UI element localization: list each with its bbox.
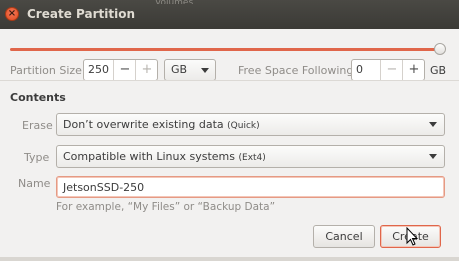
decrement-icon[interactable]: − [380,60,403,80]
contents-heading: Contents [10,91,66,104]
cancel-button[interactable]: Cancel [313,225,375,248]
create-partition-dialog: Volumes × Create Partition Partition Siz… [0,0,459,261]
divider [0,80,459,81]
free-space-value[interactable]: 0 [356,63,363,76]
mouse-cursor-icon [406,227,418,246]
name-example-hint: For example, “My Files” or “Backup Data” [56,201,276,213]
chevron-down-icon [201,68,209,73]
size-unit-value: GB [171,63,188,76]
title-bar: Volumes × Create Partition [0,0,459,29]
chevron-down-icon [429,154,437,159]
window-bottom-edge [0,257,459,261]
partition-size-spinner[interactable]: 250 − + [83,59,158,81]
partition-size-label: Partition Size [10,64,82,77]
slider-handle[interactable] [434,43,446,55]
name-field[interactable]: JetsonSSD-250 [56,176,445,198]
free-space-spinner[interactable]: 0 − + [351,59,425,81]
type-label: Type [24,151,50,164]
partition-size-slider[interactable] [10,48,440,51]
erase-select[interactable]: Don’t overwrite existing data (Quick) [56,113,445,136]
name-label: Name [18,177,51,190]
type-value: Compatible with Linux systems (Ext4) [63,150,266,163]
close-icon[interactable]: × [5,7,19,21]
partition-size-value[interactable]: 250 [88,63,109,76]
name-value[interactable]: JetsonSSD-250 [63,181,144,194]
erase-value: Don’t overwrite existing data (Quick) [63,118,260,131]
type-select[interactable]: Compatible with Linux systems (Ext4) [56,145,445,168]
window-title: Create Partition [27,7,135,21]
size-unit-select[interactable]: GB [164,59,216,81]
background-window-text: Volumes [155,0,193,4]
increment-icon[interactable]: + [135,60,158,80]
erase-label: Erase [22,119,53,132]
chevron-down-icon [429,122,437,127]
free-space-unit: GB [430,64,447,77]
decrement-icon[interactable]: − [113,60,136,80]
free-space-label: Free Space Following [238,64,354,77]
increment-icon[interactable]: + [402,60,425,80]
